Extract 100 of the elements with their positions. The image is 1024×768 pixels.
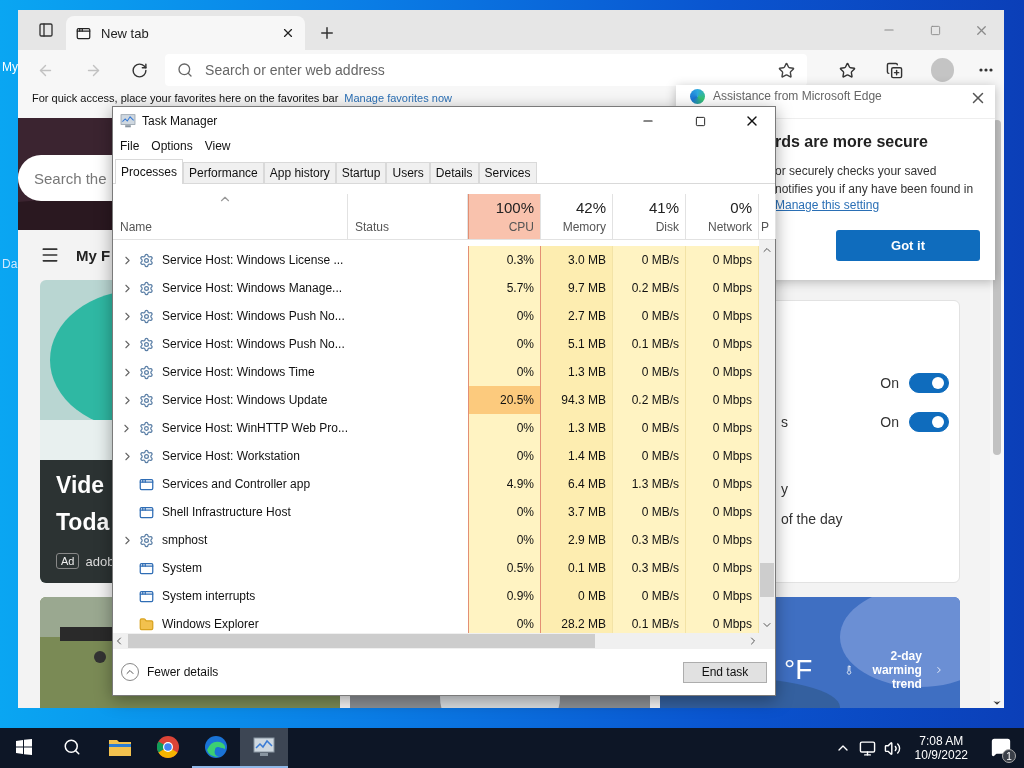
cpu-cell: 0% (468, 526, 541, 554)
list-scrollbar[interactable] (759, 240, 775, 633)
notifications-button[interactable]: 1 (988, 735, 1014, 761)
toggle-switch[interactable] (909, 411, 949, 432)
tab[interactable]: Services (478, 162, 537, 183)
wave-logo-icon (205, 736, 227, 758)
toggle-state: On (880, 413, 899, 430)
memory-cell: 1.4 MB (541, 442, 613, 470)
menu-icon[interactable] (40, 245, 60, 265)
process-row[interactable]: Service Host: Windows Push No... 0% 5.1 MB 0.1 MB/s 0 Mbps (113, 330, 759, 358)
end-task-button[interactable]: End task (683, 661, 767, 683)
process-name: Service Host: Windows License ... (162, 253, 344, 267)
process-row[interactable]: Service Host: WinHTTP Web Pro... 0% 1.3 MB 0 MB/s 0 Mbps (113, 414, 759, 442)
address-bar[interactable]: Search or enter web address (165, 54, 808, 86)
monitor-chart-icon (253, 737, 275, 757)
menu-item[interactable]: Options (151, 139, 193, 153)
column-label: Status (355, 220, 390, 234)
column-header[interactable]: 0% Network (686, 194, 759, 239)
feed-title: My F (76, 246, 111, 264)
cpu-cell: 5.7% (468, 274, 541, 302)
gear-icon (139, 392, 154, 408)
column-header[interactable]: 41% Disk (613, 194, 686, 239)
tab[interactable]: Performance (183, 162, 264, 183)
fewer-details-link[interactable]: Fewer details (147, 665, 675, 679)
column-header[interactable]: 42% Memory (541, 194, 613, 239)
process-row[interactable]: Service Host: Windows Manage... 5.7% 9.7 MB 0.2 MB/s 0 Mbps (113, 274, 759, 302)
process-row[interactable]: Shell Infrastructure Host 0% 3.7 MB 0 MB/s 0 Mbps (113, 498, 759, 526)
gear-icon (139, 532, 154, 548)
scroll-down-icon[interactable] (992, 698, 1002, 708)
disk-cell: 0 MB/s (613, 414, 686, 442)
gear-icon (138, 420, 154, 436)
process-row[interactable]: Service Host: Windows Update 20.5% 94.3 MB 0.2 MB/s 0 Mbps (113, 386, 759, 414)
wave-logo-icon (690, 89, 705, 104)
circle-logo-icon (157, 736, 179, 758)
window-icon (139, 588, 154, 604)
memory-cell: 3.7 MB (541, 498, 613, 526)
column-label: Memory (562, 220, 606, 234)
network-cell: 0 Mbps (686, 302, 759, 330)
card-headline: Vide (56, 471, 105, 500)
browser-tab[interactable]: New tab (66, 16, 305, 50)
disk-cell: 0.1 MB/s (613, 330, 686, 358)
column-header[interactable]: P (759, 194, 776, 239)
process-row[interactable]: System interrupts 0.9% 0 MB 0 MB/s 0 Mbps (113, 582, 759, 610)
tab[interactable]: Users (386, 162, 430, 183)
process-name: System interrupts (162, 589, 256, 603)
clock[interactable]: 7:08 AM 10/9/2022 (914, 734, 968, 762)
volume-icon[interactable] (883, 739, 901, 757)
network-cell: 0 Mbps (686, 470, 759, 498)
ad-badge: Ad (56, 553, 80, 569)
process-row[interactable]: Service Host: Windows Push No... 0% 2.7 MB 0 MB/s 0 Mbps (113, 302, 759, 330)
collections-icon (886, 61, 904, 79)
refresh-icon (130, 61, 148, 79)
network-icon[interactable] (858, 739, 876, 757)
process-name: Service Host: Windows Manage... (162, 281, 343, 295)
taskbar-app[interactable] (240, 728, 288, 768)
setting-label: s (781, 413, 789, 430)
horizontal-scrollbar[interactable] (113, 633, 775, 649)
memory-cell: 0 MB (541, 582, 613, 610)
windows-logo-icon (16, 739, 32, 755)
scroll-thumb[interactable] (128, 634, 595, 648)
process-row[interactable]: smphost 0% 2.9 MB 0.3 MB/s 0 Mbps (113, 526, 759, 554)
process-name: Service Host: Workstation (162, 449, 300, 463)
toggle-switch[interactable] (909, 372, 949, 393)
cpu-cell: 0% (468, 414, 541, 442)
disk-cell: 0 MB/s (613, 498, 686, 526)
column-header[interactable]: 100% CPU (468, 194, 541, 239)
process-row[interactable]: Service Host: Windows License ... 0.3% 3.0 MB 0 MB/s 0 Mbps (113, 246, 759, 274)
memory-cell: 28.2 MB (541, 610, 613, 633)
memory-cell: 6.4 MB (541, 470, 613, 498)
cpu-cell: 0% (468, 442, 541, 470)
column-label: Network (708, 220, 752, 234)
cpu-cell: 20.5% (468, 386, 541, 414)
memory-cell: 3.0 MB (541, 246, 613, 274)
process-row[interactable]: Services and Controller app 4.9% 6.4 MB 1.3 MB/s 0 Mbps (113, 470, 759, 498)
memory-cell: 1.3 MB (541, 414, 613, 442)
process-row[interactable]: Service Host: Windows Time 0% 1.3 MB 0 MB/s 0 Mbps (113, 358, 759, 386)
tab[interactable]: App history (263, 162, 336, 183)
menu-item[interactable]: View (204, 139, 231, 153)
gear-icon (139, 308, 154, 324)
got-it-button[interactable]: Got it (836, 230, 980, 261)
popup-text: notifies you if any have been found in (775, 182, 975, 196)
process-row[interactable]: Service Host: Workstation 0% 1.4 MB 0 MB/s 0 Mbps (113, 442, 759, 470)
manage-setting-link[interactable]: Manage this setting (775, 198, 980, 212)
process-row[interactable]: System 0.5% 0.1 MB 0.3 MB/s 0 Mbps (113, 554, 759, 582)
tab[interactable]: Startup (335, 162, 387, 183)
scroll-thumb[interactable] (760, 563, 774, 597)
cpu-cell: 0% (468, 498, 541, 526)
manage-favorites-link[interactable]: Manage favorites now (344, 92, 452, 104)
network-cell: 0 Mbps (686, 386, 759, 414)
network-cell: 0 Mbps (686, 414, 759, 442)
tab[interactable]: Processes (115, 159, 184, 184)
network-cell: 0 Mbps (686, 526, 759, 554)
column-header[interactable]: Name (113, 194, 348, 239)
network-cell: 0 Mbps (686, 330, 759, 358)
menu-item[interactable]: File (120, 139, 140, 153)
close-icon[interactable] (281, 26, 295, 40)
process-name: Shell Infrastructure Host (162, 505, 291, 519)
cpu-cell: 0% (468, 358, 541, 386)
usage-percent: 42% (575, 199, 606, 216)
tab[interactable]: Details (429, 162, 479, 183)
